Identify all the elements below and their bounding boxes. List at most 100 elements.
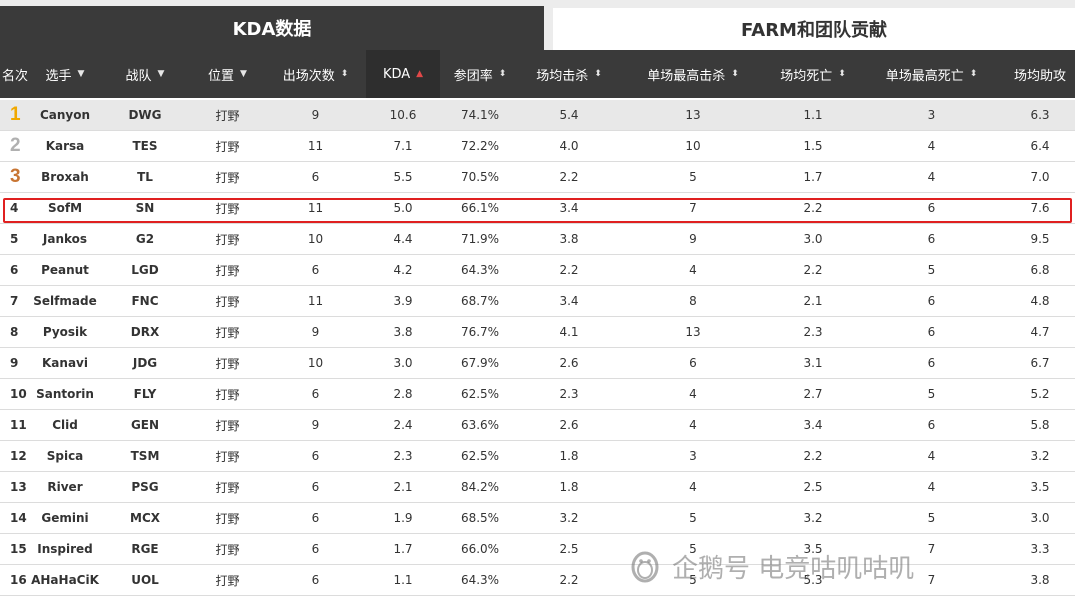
cell-appearances: 9: [311, 325, 320, 339]
filter-icon[interactable]: ▼: [240, 69, 247, 79]
cell-max-kills: 5: [689, 170, 697, 184]
cell-avg-assists: 3.8: [1030, 573, 1050, 587]
sort-icon[interactable]: ⬍: [499, 69, 507, 79]
cell-rank: 6: [10, 263, 19, 277]
cell-kda: 2.4: [393, 418, 413, 432]
col-header-max-kills[interactable]: 单场最高击杀 ⬍: [618, 50, 768, 98]
cell-kda: 4.4: [393, 232, 413, 246]
cell-avg-assists: 7.6: [1030, 201, 1050, 215]
tab-kda-data[interactable]: KDA数据: [0, 6, 544, 50]
cell-rank: 7: [10, 294, 19, 308]
col-header-label: 场均击杀: [536, 68, 589, 84]
cell-appearances: 6: [311, 511, 320, 525]
col-header-label: 名次: [1, 68, 28, 84]
cell-position: 打野: [215, 418, 240, 433]
cell-max-deaths: 5: [927, 263, 936, 277]
cell-rank: 3: [0, 162, 30, 192]
sort-icon[interactable]: ⬍: [731, 69, 739, 79]
cell-player: Pyosik: [42, 325, 88, 339]
sort-icon[interactable]: ⬍: [341, 69, 349, 79]
cell-kp: 70.5%: [460, 170, 500, 184]
col-header-player[interactable]: 选手 ▼: [30, 50, 100, 98]
cell-rank: 9: [10, 356, 19, 370]
cell-max-deaths: 6: [927, 232, 936, 246]
col-header-avg-deaths[interactable]: 场均死亡 ⬍: [768, 50, 858, 98]
cell-kda: 3.8: [393, 325, 413, 339]
cell-kda: 4.2: [393, 263, 413, 277]
filter-icon[interactable]: ▼: [158, 69, 165, 79]
col-header-label: 场均助攻: [1013, 68, 1066, 84]
cell-appearances: 6: [311, 170, 320, 184]
sort-icon[interactable]: ⬍: [970, 69, 978, 79]
cell-max-kills: 5: [689, 542, 697, 556]
col-header-appearances[interactable]: 出场次数 ⬍: [265, 50, 366, 98]
cell-avg-assists: 6.7: [1030, 356, 1050, 370]
cell-player: AHaHaCiK: [31, 573, 99, 587]
cell-team: FLY: [133, 387, 157, 401]
cell-avg-kills: 4.1: [559, 325, 579, 339]
col-header-kda[interactable]: KDA ▲: [366, 50, 440, 98]
sort-icon[interactable]: ⬍: [594, 69, 602, 79]
col-header-team[interactable]: 战队 ▼: [100, 50, 190, 98]
table-row: 12 Spica TSM 打野 6 2.3 62.5% 1.8 3 2.2 4 3.2: [0, 441, 1075, 472]
table-row: 10 Santorin FLY 打野 6 2.8 62.5% 2.3 4 2.7 5 5.2: [0, 379, 1075, 410]
table-row: 15 Inspired RGE 打野 6 1.7 66.0% 2.5 5 3.5 7 3.3: [0, 534, 1075, 565]
col-header-avg-kills[interactable]: 场均击杀 ⬍: [520, 50, 618, 98]
cell-appearances: 6: [311, 573, 320, 587]
cell-position: 打野: [215, 139, 240, 154]
cell-max-deaths: 5: [927, 511, 936, 525]
cell-avg-deaths: 2.2: [803, 201, 823, 215]
cell-avg-assists: 3.3: [1030, 542, 1050, 556]
cell-max-kills: 13: [685, 325, 701, 339]
cell-appearances: 6: [311, 449, 320, 463]
tab-farm-team-contribution[interactable]: FARM和团队贡献: [553, 8, 1075, 50]
cell-position: 打野: [215, 356, 240, 371]
cell-rank: 12: [10, 449, 27, 463]
cell-max-deaths: 6: [927, 325, 936, 339]
cell-rank: 15: [10, 542, 27, 556]
cell-avg-assists: 6.3: [1030, 108, 1050, 122]
col-header-avg-assists: 场均助攻: [1005, 50, 1075, 98]
cell-avg-deaths: 1.5: [803, 139, 823, 153]
cell-avg-deaths: 5.3: [803, 573, 823, 587]
cell-appearances: 10: [307, 232, 324, 246]
cell-avg-kills: 5.4: [559, 108, 579, 122]
cell-avg-assists: 6.8: [1030, 263, 1050, 277]
col-header-position[interactable]: 位置 ▼: [190, 50, 265, 98]
tab-bar: KDA数据 FARM和团队贡献: [0, 0, 1075, 50]
cell-player: River: [47, 480, 83, 494]
sort-icon[interactable]: ⬍: [838, 69, 846, 79]
cell-kda: 7.1: [393, 139, 413, 153]
cell-kp: 63.6%: [460, 418, 500, 432]
cell-kda: 2.8: [393, 387, 413, 401]
cell-avg-kills: 1.8: [559, 480, 579, 494]
filter-icon[interactable]: ▼: [78, 69, 85, 79]
cell-team: TES: [132, 139, 158, 153]
cell-appearances: 11: [307, 294, 324, 308]
cell-avg-deaths: 1.1: [803, 108, 823, 122]
cell-rank: 5: [10, 232, 19, 246]
cell-kda: 1.1: [393, 573, 413, 587]
cell-player: Broxah: [41, 170, 89, 184]
col-header-kp[interactable]: 参团率 ⬍: [440, 50, 520, 98]
cell-player: SofM: [47, 201, 83, 215]
cell-max-deaths: 6: [927, 201, 936, 215]
cell-max-deaths: 6: [927, 294, 936, 308]
sort-desc-icon[interactable]: ▲: [416, 69, 423, 79]
cell-avg-assists: 4.7: [1030, 325, 1050, 339]
cell-max-kills: 8: [689, 294, 697, 308]
cell-avg-kills: 3.8: [559, 232, 579, 246]
cell-position: 打野: [215, 449, 240, 464]
cell-kp: 62.5%: [460, 449, 500, 463]
col-header-max-deaths[interactable]: 单场最高死亡 ⬍: [858, 50, 1005, 98]
cell-max-kills: 4: [689, 387, 697, 401]
cell-team: FNC: [131, 294, 159, 308]
col-header-label: 出场次数: [282, 68, 335, 84]
col-header-label: KDA: [382, 66, 411, 82]
cell-player: Spica: [46, 449, 84, 463]
cell-max-deaths: 7: [927, 542, 936, 556]
cell-kp: 68.7%: [460, 294, 500, 308]
cell-avg-assists: 3.5: [1030, 480, 1050, 494]
cell-max-kills: 13: [685, 108, 701, 122]
cell-kda: 3.9: [393, 294, 413, 308]
